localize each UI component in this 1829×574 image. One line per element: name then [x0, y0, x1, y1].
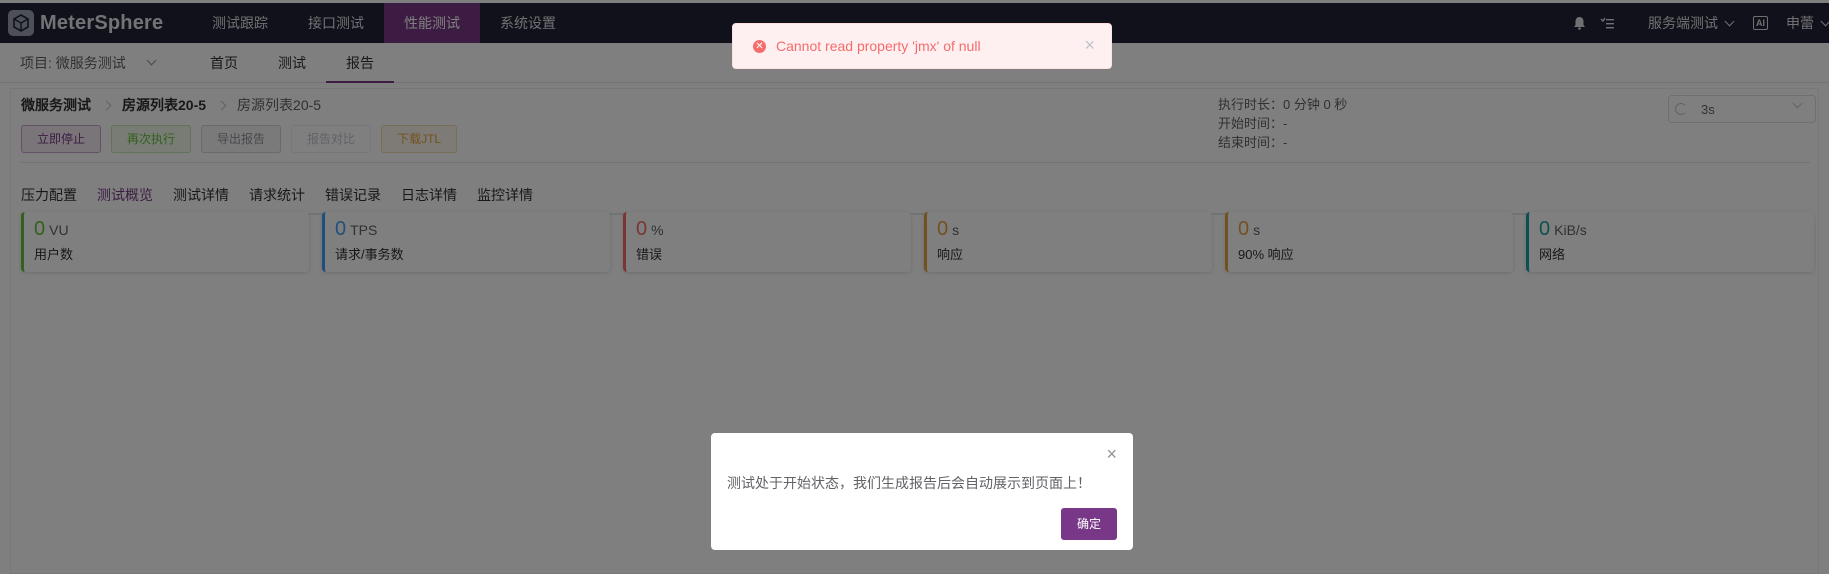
close-icon[interactable]: × — [1084, 36, 1095, 54]
close-icon[interactable]: × — [1106, 445, 1117, 463]
confirm-button[interactable]: 确定 — [1061, 508, 1117, 540]
error-circle-icon: ✕ — [753, 39, 766, 53]
toast-message: Cannot read property 'jmx' of null — [776, 38, 981, 54]
alert-dialog: × 测试处于开始状态，我们生成报告后会自动展示到页面上！ 确定 — [711, 433, 1133, 550]
error-toast: ✕ Cannot read property 'jmx' of null × — [732, 23, 1112, 69]
dialog-message: 测试处于开始状态，我们生成报告后会自动展示到页面上！ — [727, 475, 1091, 491]
